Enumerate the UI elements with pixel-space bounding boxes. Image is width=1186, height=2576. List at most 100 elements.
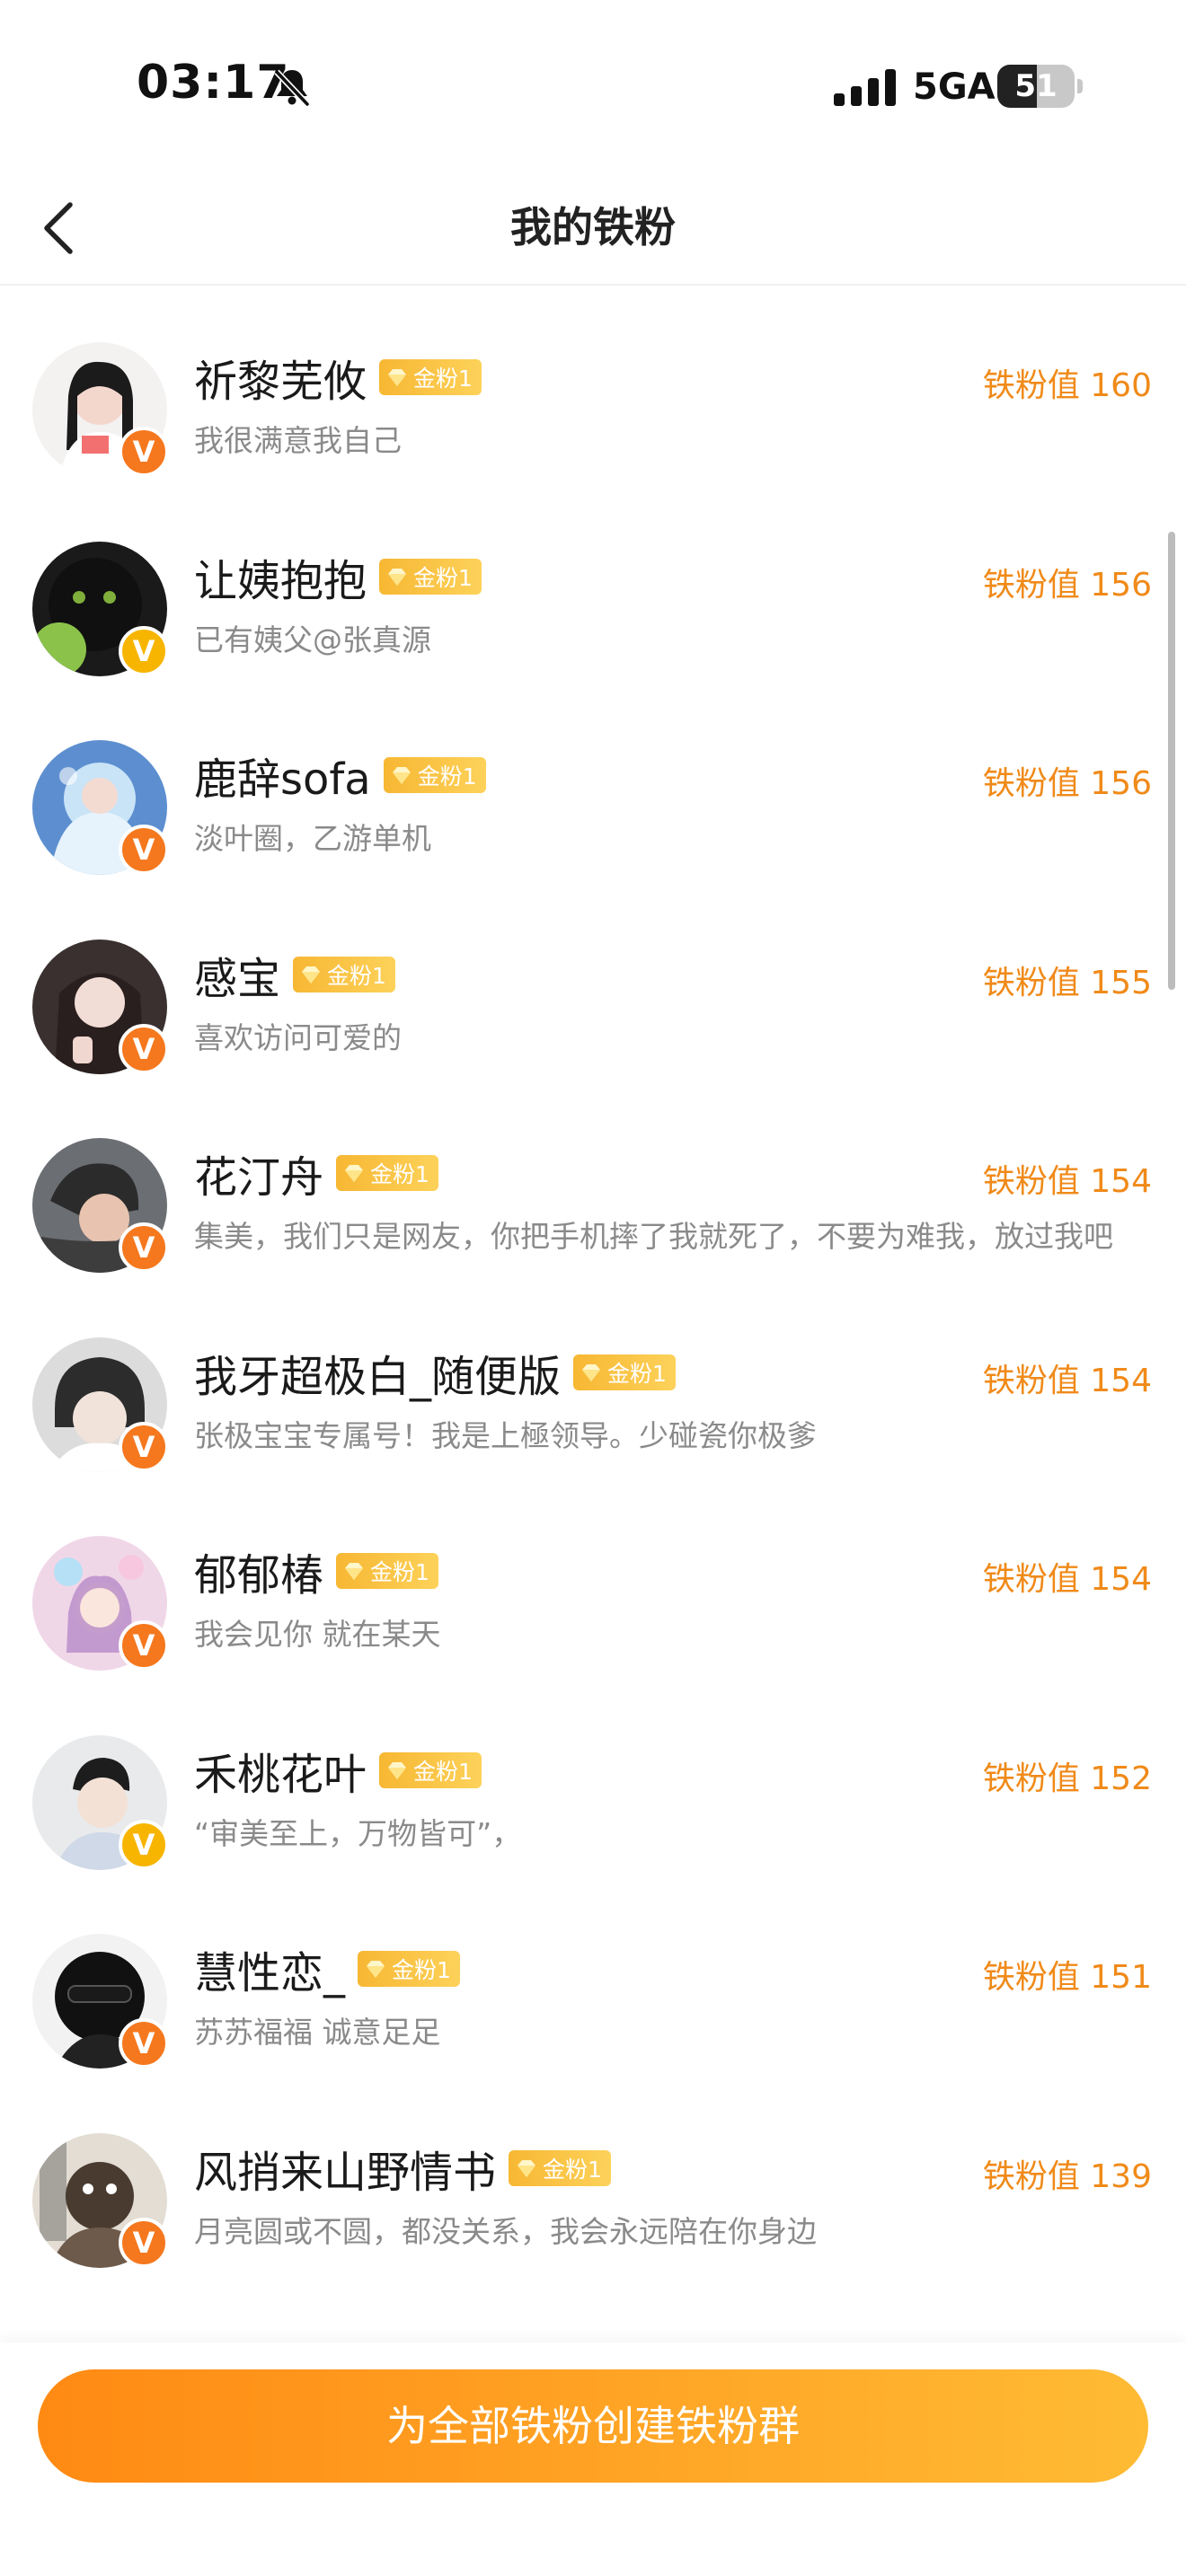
iron-fan-value: 铁粉值 151 [982, 1959, 1152, 1996]
gold-fan-badge: 金粉1 [293, 956, 395, 992]
crown-gem-icon [388, 1761, 407, 1779]
fan-name[interactable]: 郁郁椿 [194, 1539, 323, 1602]
iron-fan-value: 铁粉值 154 [982, 1163, 1152, 1200]
avatar[interactable]: V [32, 939, 169, 1074]
iron-fan-value: 铁粉值 156 [982, 765, 1152, 802]
gold-fan-badge: 金粉1 [383, 757, 486, 793]
avatar[interactable]: V [32, 1734, 169, 1870]
fan-bio: 我很满意我自己 [194, 423, 402, 458]
fan-list-item[interactable]: V 让姨抱抱 金粉1 已有姨父@张真源 铁粉值 156 [0, 487, 1186, 686]
fan-bio: 喜欢访问可爱的 [194, 1019, 402, 1055]
fan-name-line: 感宝 金粉1 [194, 944, 395, 1005]
gold-fan-badge-label: 金粉1 [413, 366, 473, 392]
gold-fan-badge-label: 金粉1 [543, 2156, 602, 2183]
status-bar: 03:17 5GA 51 [0, 0, 1186, 171]
fan-bio: 苏苏福福 诚意足足 [194, 2015, 441, 2050]
avatar[interactable]: V [32, 2132, 169, 2268]
crown-gem-icon [388, 568, 407, 586]
avatar[interactable]: V [32, 1138, 169, 1273]
fan-bio: “审美至上，万物皆可”， [194, 1815, 522, 1851]
fan-list-item[interactable]: V 风捎来山野情书 金粉1 月亮圆或不圆，都没关系，我会永远陪在你身边 铁粉值 139 [0, 2078, 1186, 2278]
gold-fan-badge: 金粉1 [573, 1354, 676, 1390]
fan-name-line: 鹿辞sofa 金粉1 [194, 745, 486, 806]
fan-name[interactable]: 花汀舟 [194, 1142, 323, 1204]
signal-icon [834, 69, 896, 106]
fan-list-item[interactable]: V 花汀舟 金粉1 集美，我们只是网友，你把手机摔了我就死了，不要为难我，放过我吧 铁粉… [0, 1083, 1186, 1283]
avatar[interactable]: V [32, 1536, 169, 1671]
iron-fan-value: 铁粉值 154 [982, 1561, 1152, 1598]
bottom-bar: 为全部铁粉创建铁粉群 [0, 2342, 1186, 2576]
fan-name-line: 风捎来山野情书 金粉1 [194, 2138, 611, 2199]
crown-gem-icon [345, 1563, 364, 1580]
gold-fan-badge-label: 金粉1 [370, 1161, 429, 1187]
gold-fan-badge-label: 金粉1 [370, 1559, 429, 1585]
gold-fan-badge-label: 金粉1 [327, 962, 386, 989]
verified-v-icon: V [119, 825, 169, 875]
avatar[interactable]: V [32, 740, 169, 875]
crown-gem-icon [582, 1363, 601, 1381]
fan-name-line: 我牙超极白_随便版 金粉1 [194, 1342, 676, 1403]
gold-fan-badge-label: 金粉1 [413, 1758, 473, 1785]
status-time: 03:17 [137, 56, 290, 110]
fan-name[interactable]: 风捎来山野情书 [194, 2137, 496, 2200]
fan-name-line: 禾桃花叶 金粉1 [194, 1740, 482, 1801]
gold-fan-badge-label: 金粉1 [392, 1957, 451, 1983]
crown-gem-icon [302, 966, 321, 984]
fan-bio: 张极宝宝专属号！我是上極领导。少碰瓷你极爹 [194, 1417, 817, 1453]
fan-name[interactable]: 鹿辞sofa [194, 744, 371, 807]
fan-bio: 淡叶圈，乙游单机 [194, 821, 431, 856]
fan-name[interactable]: 祈黎芜攸 [194, 346, 367, 409]
fan-bio: 集美，我们只是网友，你把手机摔了我就死了，不要为难我，放过我吧 [194, 1219, 1113, 1254]
fan-name[interactable]: 禾桃花叶 [194, 1739, 367, 1802]
battery-icon: 51 [997, 65, 1084, 108]
avatar[interactable]: V [32, 541, 169, 676]
scrollbar[interactable] [1168, 532, 1175, 990]
gold-fan-badge-label: 金粉1 [413, 564, 473, 591]
fan-name[interactable]: 让姨抱抱 [194, 545, 367, 608]
fan-list-item[interactable]: V 郁郁椿 金粉1 我会见你 就在某天 铁粉值 154 [0, 1481, 1186, 1681]
verified-v-icon: V [119, 625, 169, 676]
fan-list-item[interactable]: V 祈黎芜攸 金粉1 我很满意我自己 铁粉值 160 [0, 287, 1186, 487]
gold-fan-badge: 金粉1 [379, 359, 482, 395]
gold-fan-badge: 金粉1 [379, 1751, 482, 1788]
gold-fan-badge-label: 金粉1 [607, 1360, 667, 1387]
crown-gem-icon [345, 1165, 364, 1182]
chevron-left-icon [44, 202, 73, 254]
crown-gem-icon [392, 767, 411, 784]
crown-gem-icon [518, 2159, 536, 2177]
fan-name[interactable]: 慧性恋_ [194, 1937, 345, 2000]
avatar[interactable]: V [32, 342, 169, 477]
fan-list-item[interactable]: V 禾桃花叶 金粉1 “审美至上，万物皆可”， 铁粉值 152 [0, 1681, 1186, 1880]
verified-v-icon: V [119, 1819, 169, 1870]
iron-fan-value: 铁粉值 155 [982, 964, 1152, 1001]
fan-name-line: 慧性恋_ 金粉1 [194, 1938, 460, 1999]
fan-list-item[interactable]: V 感宝 金粉1 喜欢访问可爱的 铁粉值 155 [0, 885, 1186, 1084]
network-label: 5GA [913, 66, 996, 108]
battery-level: 51 [1014, 68, 1058, 104]
fan-bio: 月亮圆或不圆，都没关系，我会永远陪在你身边 [194, 2213, 817, 2249]
create-fan-group-button[interactable]: 为全部铁粉创建铁粉群 [38, 2369, 1148, 2483]
gold-fan-badge: 金粉1 [358, 1951, 460, 1987]
verified-v-icon: V [119, 2217, 169, 2268]
verified-v-icon: V [119, 1222, 169, 1273]
iron-fan-value: 铁粉值 154 [982, 1362, 1152, 1399]
gold-fan-badge-label: 金粉1 [417, 763, 477, 790]
bell-slash-icon [274, 69, 310, 107]
crown-gem-icon [388, 369, 407, 386]
gold-fan-badge: 金粉1 [336, 1553, 438, 1589]
fan-name[interactable]: 我牙超极白_随便版 [194, 1341, 561, 1404]
fan-name[interactable]: 感宝 [194, 943, 280, 1006]
fan-list-item[interactable]: V 鹿辞sofa 金粉1 淡叶圈，乙游单机 铁粉值 156 [0, 685, 1186, 885]
back-button[interactable] [22, 192, 93, 264]
verified-v-icon: V [119, 427, 169, 477]
page-title: 我的铁粉 [510, 203, 676, 251]
avatar[interactable]: V [32, 1337, 169, 1472]
fan-list-item[interactable]: V 我牙超极白_随便版 金粉1 张极宝宝专属号！我是上極领导。少碰瓷你极爹 铁粉值 15… [0, 1283, 1186, 1482]
fan-list: V 祈黎芜攸 金粉1 我很满意我自己 铁粉值 160 V 让姨抱抱 金粉1 已有姨父@张真源 铁粉… [0, 287, 1186, 2277]
verified-v-icon: V [119, 2018, 169, 2069]
avatar[interactable]: V [32, 1934, 169, 2069]
gold-fan-badge: 金粉1 [509, 2149, 611, 2186]
fan-list-item[interactable]: V 慧性恋_ 金粉1 苏苏福福 诚意足足 铁粉值 151 [0, 1879, 1186, 2078]
iron-fan-value: 铁粉值 139 [982, 2157, 1152, 2195]
iron-fan-value: 铁粉值 152 [982, 1760, 1152, 1797]
